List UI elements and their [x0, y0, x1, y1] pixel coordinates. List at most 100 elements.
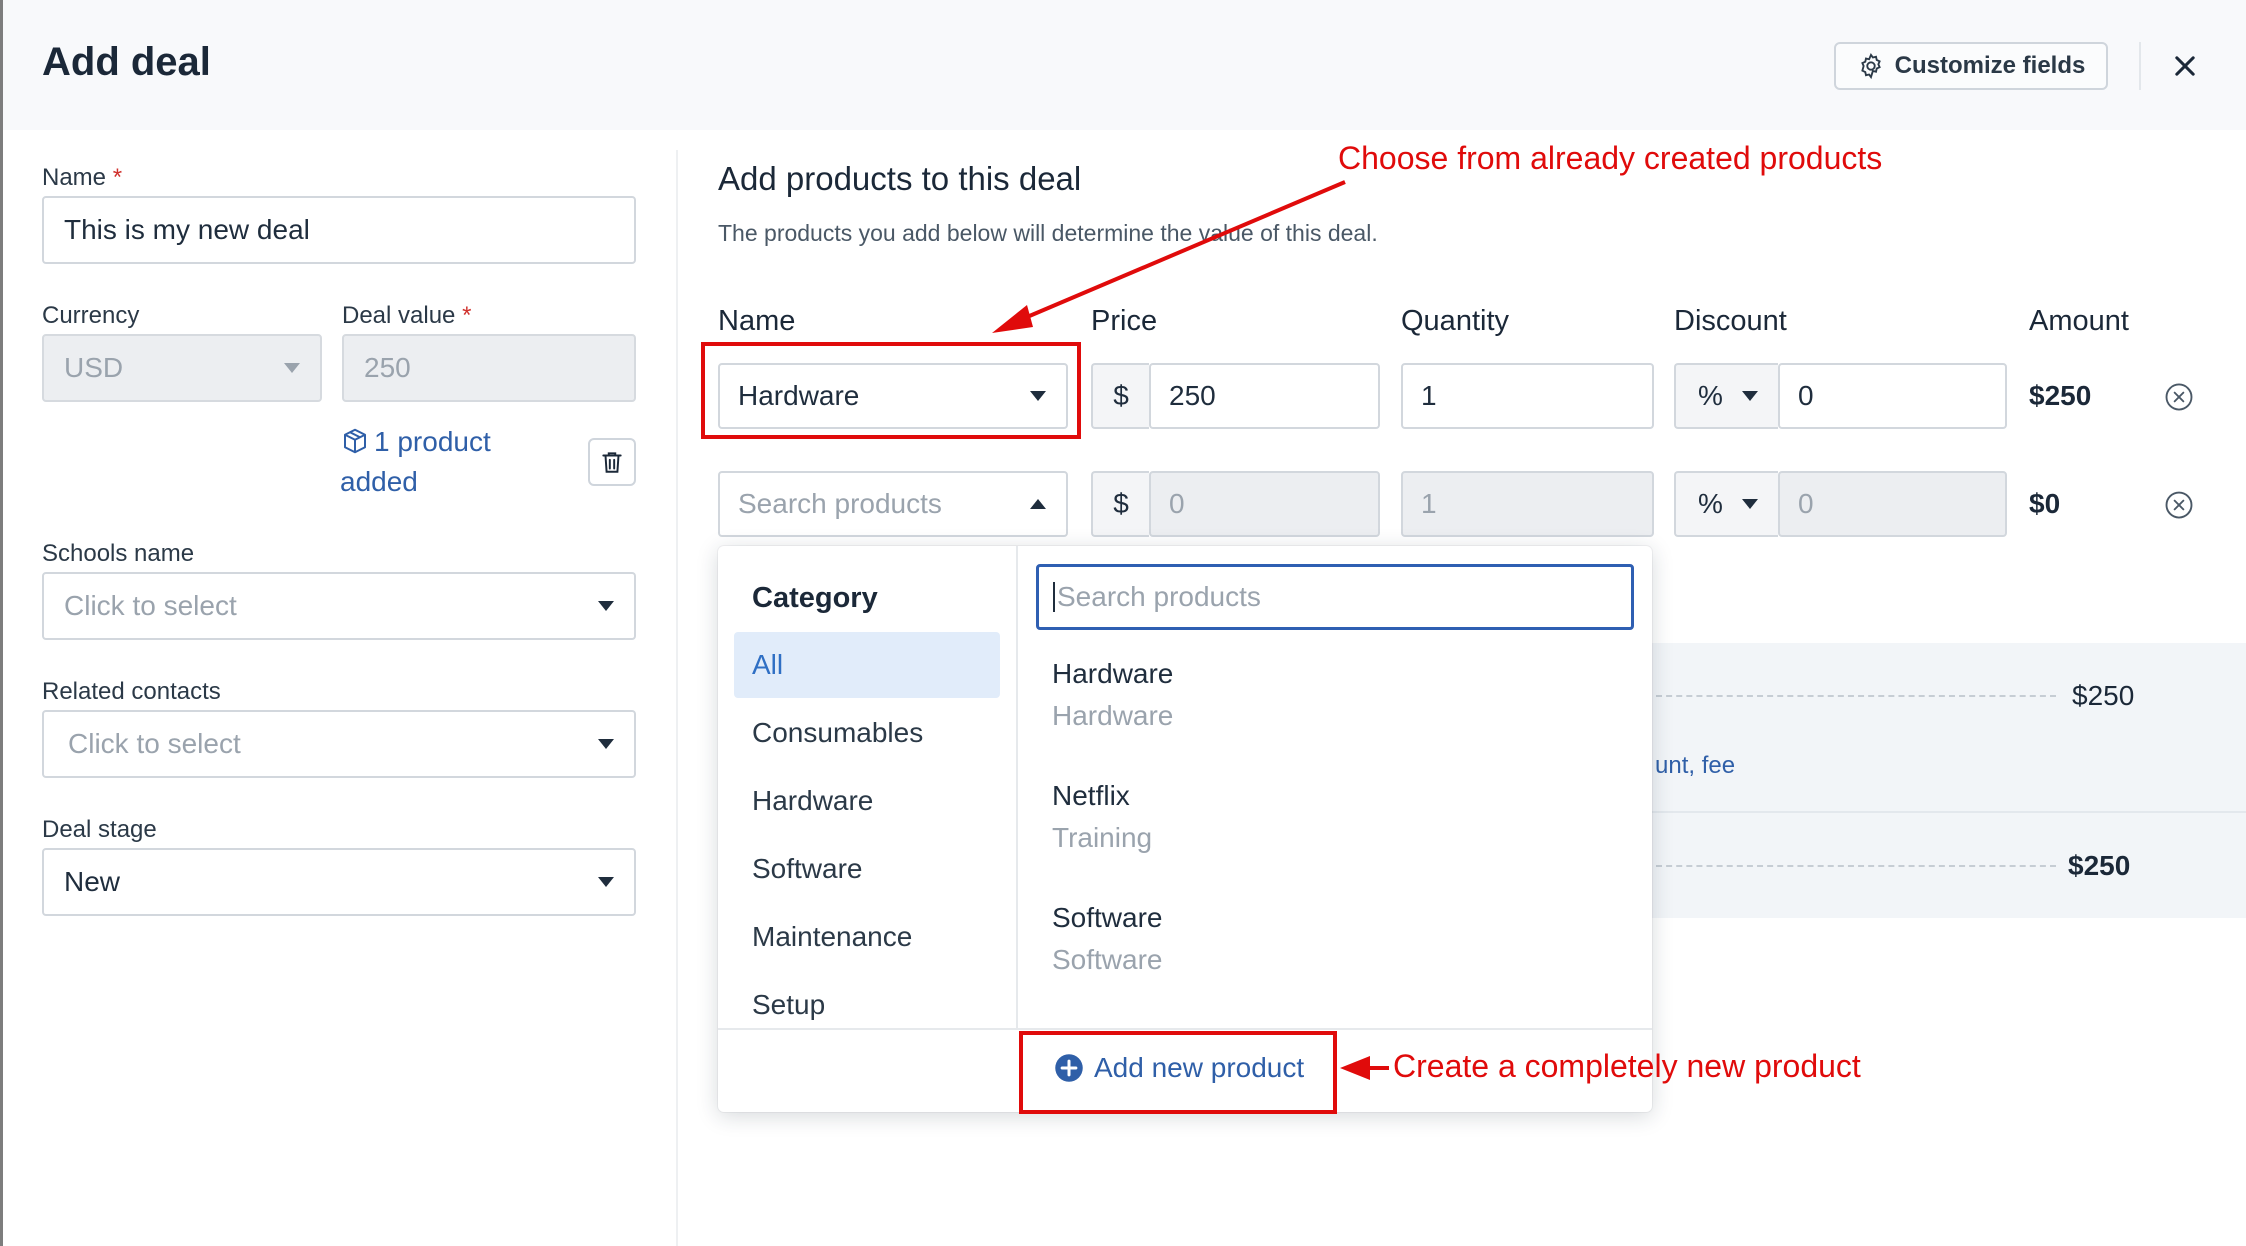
- page-title: Add deal: [42, 40, 211, 84]
- annotation-create-new: Create a completely new product: [1393, 1048, 1861, 1084]
- deal-value-label: Deal value *: [342, 302, 471, 330]
- category-item-maintenance[interactable]: Maintenance: [734, 904, 1000, 970]
- summary-separator: [1650, 811, 2246, 813]
- product-search-input[interactable]: Search products: [1036, 564, 1634, 630]
- discount-type-value: %: [1698, 380, 1723, 411]
- name-input[interactable]: This is my new deal: [42, 196, 636, 264]
- currency-label: Currency: [42, 302, 140, 329]
- product-option-category: Hardware: [1052, 700, 1174, 731]
- name-input-value: This is my new deal: [64, 214, 310, 245]
- customize-fields-button[interactable]: Customize fields: [1834, 42, 2108, 90]
- price-input[interactable]: 250: [1149, 363, 1380, 429]
- delete-products-button[interactable]: [588, 438, 636, 486]
- currency-symbol: $: [1113, 488, 1129, 519]
- category-item-consumables[interactable]: Consumables: [734, 700, 1000, 766]
- category-item-hardware[interactable]: Hardware: [734, 768, 1000, 834]
- chevron-down-icon: [1742, 391, 1758, 401]
- contacts-placeholder: Click to select: [68, 728, 241, 759]
- price-input: 0: [1149, 471, 1380, 537]
- category-item-software[interactable]: Software: [734, 836, 1000, 902]
- header-divider: [2139, 42, 2141, 90]
- annotation-arrowhead-top: [992, 305, 1033, 333]
- row-amount: $0: [2029, 488, 2061, 519]
- product-search-select[interactable]: Search products: [718, 471, 1068, 537]
- required-mark: *: [112, 164, 123, 191]
- column-header-quantity: Quantity: [1401, 305, 1509, 337]
- currency-addon: $: [1091, 471, 1149, 537]
- summary-leader: [1656, 865, 2056, 867]
- name-label-text: Name: [42, 164, 107, 191]
- discount-type-value: %: [1698, 488, 1723, 519]
- annotation-highlight-product-select: [701, 342, 1081, 439]
- chevron-up-icon: [1030, 499, 1046, 509]
- schools-label: Schools name: [42, 540, 195, 567]
- stage-select[interactable]: New: [42, 848, 636, 916]
- category-item-all[interactable]: All: [734, 632, 1000, 698]
- quantity-input: 1: [1401, 471, 1654, 537]
- product-option-name: Netflix: [1052, 780, 1130, 811]
- category-list: Category All Consumables Hardware Softwa…: [718, 546, 1018, 1028]
- products-added-link[interactable]: 1 product added: [340, 422, 540, 502]
- products-section-description: The products you add below will determin…: [718, 220, 1378, 246]
- customize-fields-label: Customize fields: [1894, 52, 2086, 79]
- schools-placeholder: Click to select: [64, 590, 237, 621]
- modal-header: Add deal Customize fields: [3, 0, 2246, 130]
- annotation-highlight-add-new: [1019, 1031, 1337, 1114]
- stage-label: Deal stage: [42, 816, 157, 843]
- currency-addon: $: [1091, 363, 1149, 429]
- add-deal-modal: Add deal Customize fields Name * This is…: [0, 0, 2246, 1246]
- deal-value-input: 250: [342, 334, 636, 402]
- quantity-value: 1: [1421, 380, 1437, 411]
- category-item-setup[interactable]: Setup: [734, 972, 1000, 1028]
- product-search-placeholder: Search products: [738, 488, 942, 519]
- product-dropdown: Category All Consumables Hardware Softwa…: [718, 546, 1652, 1112]
- contacts-select[interactable]: Click to select: [42, 710, 636, 778]
- price-value: 250: [1169, 380, 1216, 411]
- product-option-category: Software: [1052, 944, 1163, 975]
- remove-row-icon[interactable]: [2164, 490, 2194, 520]
- currency-value: USD: [64, 352, 124, 383]
- product-option[interactable]: Software Software: [1052, 902, 1163, 976]
- price-value: 0: [1169, 488, 1185, 519]
- column-header-amount: Amount: [2029, 305, 2129, 337]
- add-discount-fee-link[interactable]: unt, fee: [1655, 752, 1735, 780]
- trash-icon: [602, 452, 622, 473]
- column-divider: [676, 150, 678, 1246]
- close-icon: [2175, 56, 2195, 76]
- products-section-title: Add products to this deal: [718, 160, 1082, 197]
- column-header-price: Price: [1091, 305, 1158, 337]
- discount-type-select[interactable]: %: [1674, 471, 1778, 537]
- product-option-category: Training: [1052, 822, 1153, 853]
- deal-value: 250: [364, 352, 411, 383]
- contacts-label: Related contacts: [42, 678, 221, 705]
- discount-value: 0: [1798, 488, 1814, 519]
- currency-symbol: $: [1113, 380, 1129, 411]
- product-option[interactable]: Netflix Training: [1052, 780, 1152, 854]
- category-heading: Category: [752, 582, 878, 614]
- discount-value: 0: [1798, 380, 1814, 411]
- close-button[interactable]: [2163, 44, 2207, 88]
- summary-subtotal: $250: [2072, 680, 2135, 711]
- currency-select: USD: [42, 334, 322, 402]
- annotation-arrow-top: [1019, 180, 1346, 322]
- annotation-choose-existing: Choose from already created products: [1338, 140, 1883, 176]
- product-option-name: Hardware: [1052, 658, 1174, 689]
- summary-leader: [1656, 695, 2056, 697]
- chevron-down-icon: [1742, 499, 1758, 509]
- row-amount: $250: [2029, 380, 2092, 411]
- name-label: Name *: [42, 164, 122, 192]
- stage-value: New: [64, 866, 121, 897]
- deal-value-label-text: Deal value: [342, 302, 456, 329]
- product-option[interactable]: Hardware Hardware: [1052, 658, 1173, 732]
- window-edge: [0, 0, 3, 1246]
- column-header-name: Name: [718, 305, 796, 337]
- text-cursor: [1053, 582, 1055, 612]
- search-placeholder: Search products: [1057, 581, 1261, 612]
- chevron-down-icon: [598, 877, 614, 887]
- remove-row-icon[interactable]: [2164, 382, 2194, 412]
- quantity-input[interactable]: 1: [1401, 363, 1654, 429]
- chevron-down-icon: [598, 739, 614, 749]
- schools-select[interactable]: Click to select: [42, 572, 636, 640]
- discount-input[interactable]: 0: [1778, 363, 2007, 429]
- discount-type-select[interactable]: %: [1674, 363, 1778, 429]
